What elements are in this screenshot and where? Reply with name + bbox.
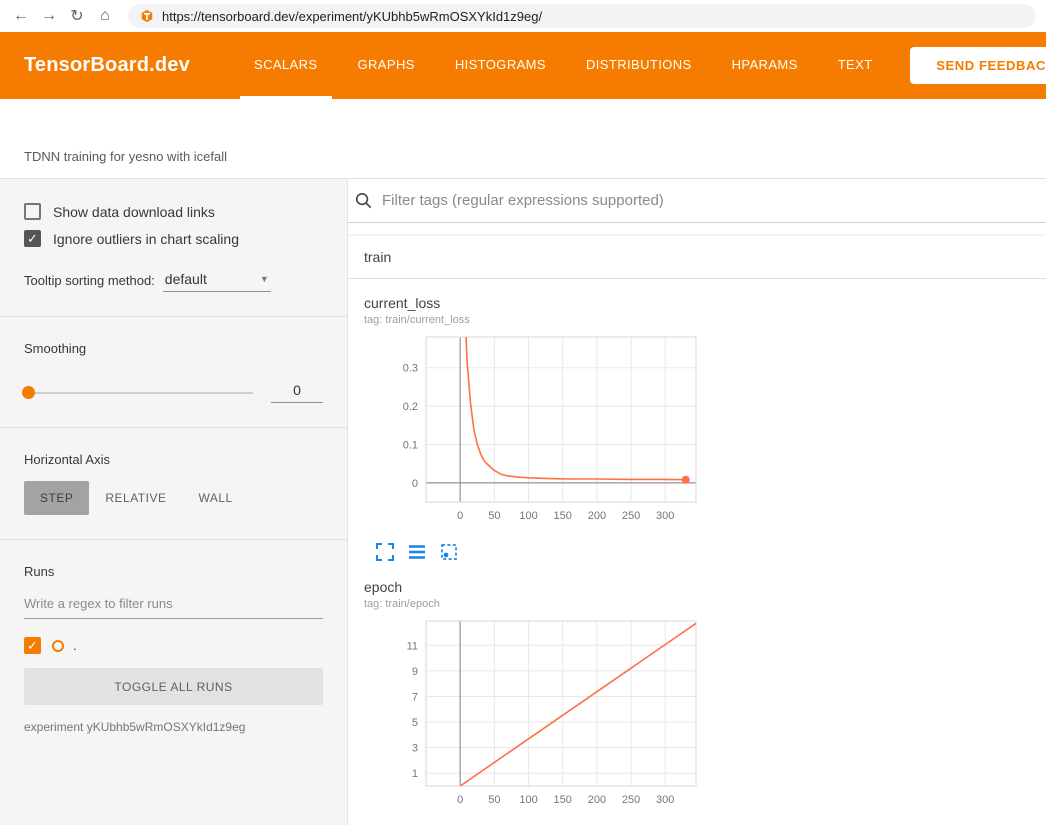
content: Show data download links ✓ Ignore outlie…: [0, 178, 1046, 825]
runs-section: Runs ✓ . TOGGLE ALL RUNS experiment yKUb…: [0, 540, 347, 758]
smoothing-label: Smoothing: [24, 341, 323, 356]
tab-graphs[interactable]: GRAPHS: [344, 32, 429, 99]
show-download-links-label: Show data download links: [53, 204, 215, 220]
axis-wall-button[interactable]: WALL: [182, 481, 248, 515]
svg-text:250: 250: [622, 794, 640, 806]
run-checkbox[interactable]: ✓: [24, 637, 41, 654]
svg-text:50: 50: [488, 794, 500, 806]
expand-chart-icon[interactable]: [376, 543, 394, 561]
address-bar[interactable]: https://tensorboard.dev/experiment/yKUbh…: [128, 4, 1036, 28]
experiment-title: TDNN training for yesno with icefall: [24, 149, 227, 164]
svg-text:0.1: 0.1: [403, 439, 418, 451]
smoothing-slider[interactable]: [24, 392, 253, 394]
svg-text:300: 300: [656, 794, 674, 806]
svg-text:200: 200: [588, 794, 606, 806]
home-icon[interactable]: ⌂: [92, 3, 118, 29]
axis-button-group: STEP RELATIVE WALL: [24, 481, 323, 515]
tab-text[interactable]: TEXT: [824, 32, 887, 99]
app-header: TensorBoard.dev SCALARS GRAPHS HISTOGRAM…: [0, 32, 1046, 99]
train-group-header[interactable]: train: [348, 236, 1046, 279]
chart-tag: tag: train/current_loss: [364, 314, 700, 326]
tensorboard-site-icon: [140, 9, 154, 23]
experiment-id-text: experiment yKUbhb5wRmOSXYkId1z9eg: [24, 720, 323, 734]
charts-grid: current_loss tag: train/current_loss 050…: [348, 279, 1046, 825]
svg-text:0.2: 0.2: [403, 401, 418, 413]
general-settings-section: Show data download links ✓ Ignore outlie…: [0, 179, 347, 317]
svg-text:200: 200: [588, 510, 606, 522]
svg-text:9: 9: [412, 666, 418, 678]
svg-text:150: 150: [554, 794, 572, 806]
tab-histograms[interactable]: HISTOGRAMS: [441, 32, 560, 99]
train-group-card: train current_loss tag: train/current_lo…: [348, 236, 1046, 825]
svg-text:1: 1: [412, 768, 418, 780]
horizontal-axis-label: Horizontal Axis: [24, 452, 323, 467]
run-name: .: [73, 638, 77, 653]
toggle-all-runs-button[interactable]: TOGGLE ALL RUNS: [24, 668, 323, 705]
smoothing-value-field[interactable]: 0: [271, 382, 323, 403]
show-download-links-row[interactable]: Show data download links: [24, 203, 323, 220]
chart-tag: tag: train/epoch: [364, 598, 700, 610]
ignore-outliers-checkbox[interactable]: ✓: [24, 230, 41, 247]
url-text[interactable]: https://tensorboard.dev/experiment/yKUbh…: [162, 9, 542, 24]
svg-text:0: 0: [457, 510, 463, 522]
settings-sidebar: Show data download links ✓ Ignore outlie…: [0, 179, 348, 825]
ignore-outliers-row[interactable]: ✓ Ignore outliers in chart scaling: [24, 230, 323, 247]
reload-icon[interactable]: ↻: [64, 3, 90, 29]
send-feedback-button[interactable]: SEND FEEDBACK: [910, 47, 1046, 84]
search-icon: [354, 191, 373, 210]
browser-toolbar: ← → ↻ ⌂ https://tensorboard.dev/experime…: [0, 0, 1046, 32]
run-list-item[interactable]: ✓ .: [24, 637, 323, 654]
chart-toolbar: [376, 543, 700, 561]
chart-card-epoch: epoch tag: train/epoch 0 50 100 150 200 250 30…: [364, 579, 700, 825]
svg-text:0: 0: [457, 794, 463, 806]
forward-icon[interactable]: →: [36, 3, 62, 29]
back-icon[interactable]: ←: [8, 3, 34, 29]
tab-hparams[interactable]: HPARAMS: [718, 32, 812, 99]
svg-text:5: 5: [412, 717, 418, 729]
svg-text:3: 3: [412, 743, 418, 755]
chart-plot-epoch[interactable]: 0 50 100 150 200 250 300 1 3 5 7 9 11: [364, 616, 700, 821]
chart-title: epoch: [364, 579, 700, 595]
chart-plot-current-loss[interactable]: 0 50 100 150 200 250 300 0 0.1 0.2 0.3: [364, 332, 700, 537]
data-table-icon[interactable]: [408, 543, 426, 561]
smoothing-section: Smoothing 0: [0, 317, 347, 428]
tooltip-sorting-label: Tooltip sorting method:: [24, 273, 155, 288]
tab-scalars[interactable]: SCALARS: [240, 32, 332, 99]
scalars-main: train current_loss tag: train/current_lo…: [348, 179, 1046, 825]
svg-text:150: 150: [554, 510, 572, 522]
svg-text:300: 300: [656, 510, 674, 522]
fit-domain-icon[interactable]: [440, 543, 458, 561]
svg-text:11: 11: [407, 640, 418, 652]
svg-text:50: 50: [488, 510, 500, 522]
svg-text:100: 100: [519, 510, 537, 522]
axis-relative-button[interactable]: RELATIVE: [89, 481, 182, 515]
runs-label: Runs: [24, 564, 323, 579]
runs-filter-input[interactable]: [24, 589, 323, 619]
experiment-title-strip: TDNN training for yesno with icefall: [0, 99, 1046, 178]
svg-text:100: 100: [519, 794, 537, 806]
brand-logo[interactable]: TensorBoard.dev: [24, 54, 190, 77]
horizontal-axis-section: Horizontal Axis STEP RELATIVE WALL: [0, 428, 347, 540]
chart-card-current-loss: current_loss tag: train/current_loss 0 50…: [364, 295, 700, 561]
tab-distributions[interactable]: DISTRIBUTIONS: [572, 32, 706, 99]
svg-text:250: 250: [622, 510, 640, 522]
tooltip-sorting-value: default: [165, 271, 207, 287]
svg-text:7: 7: [412, 691, 418, 703]
chart-title: current_loss: [364, 295, 700, 311]
ignore-outliers-label: Ignore outliers in chart scaling: [53, 231, 239, 247]
chevron-down-icon: ▼: [260, 274, 269, 284]
tag-filter-row: [348, 179, 1046, 223]
axis-step-button[interactable]: STEP: [24, 481, 89, 515]
nav-tabs: SCALARS GRAPHS HISTOGRAMS DISTRIBUTIONS …: [234, 32, 893, 99]
tooltip-sorting-row: Tooltip sorting method: default ▼: [24, 269, 323, 292]
svg-text:0: 0: [412, 478, 418, 490]
show-download-links-checkbox[interactable]: [24, 203, 41, 220]
smoothing-slider-row: 0: [24, 382, 323, 403]
run-color-swatch-icon: [52, 640, 64, 652]
tag-filter-input[interactable]: [382, 192, 1038, 209]
smoothing-slider-thumb[interactable]: [22, 386, 35, 399]
svg-text:0.3: 0.3: [403, 363, 418, 375]
tooltip-sorting-select[interactable]: default ▼: [163, 269, 271, 292]
